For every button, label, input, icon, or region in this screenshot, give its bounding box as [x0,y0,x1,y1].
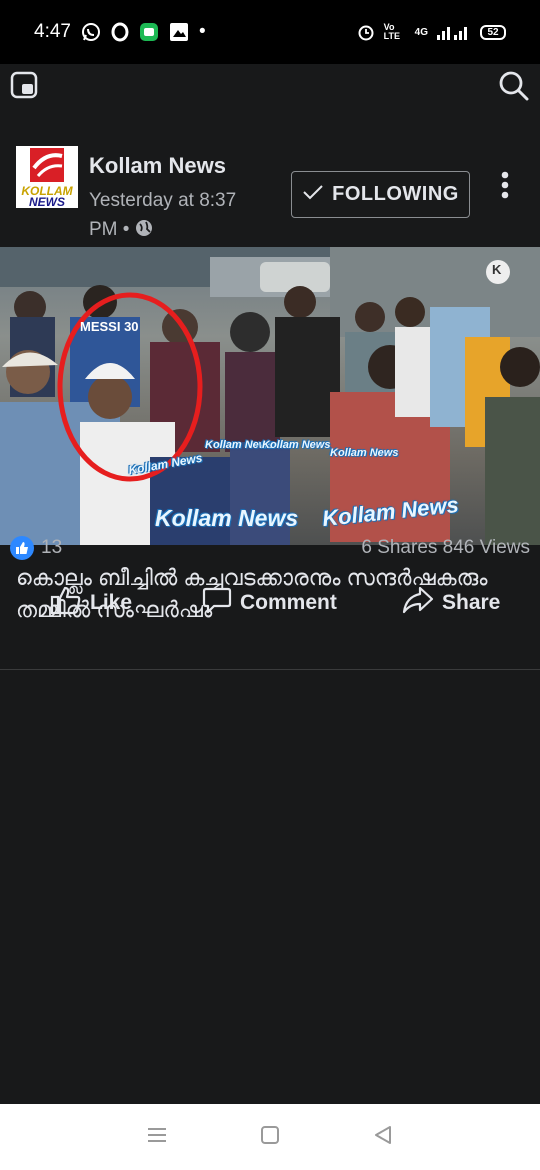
post-video[interactable]: K MESSI 30 Kollam News Kollam News Kolla… [0,247,540,545]
picture-in-picture-icon[interactable] [10,71,38,99]
following-label: FOLLOWING [332,183,459,205]
gallery-icon [169,22,189,42]
watermark-text: Kollam News [155,505,299,531]
status-time: 4:47 [34,21,71,42]
comment-button[interactable]: Comment [202,585,337,621]
whatsapp-icon [81,22,101,42]
globe-icon [135,217,153,246]
messages-icon [139,22,159,42]
comment-icon [202,585,232,621]
battery-indicator: 52 [480,24,506,40]
status-bar: 4:47 • Vo LTE 4G 52 [0,0,540,64]
watermark-text: Kollam News [262,439,331,451]
like-button[interactable]: Like [50,585,132,621]
more-options-icon[interactable] [496,170,514,202]
reactions-count[interactable]: 13 [41,537,62,559]
signal-icon [437,24,471,40]
home-nav-icon[interactable] [260,1125,280,1150]
post-header: KOLLAM NEWS Kollam News Yesterday at 8:3… [0,110,540,247]
like-reaction-icon[interactable] [10,536,34,560]
alarm-icon [357,23,375,41]
post-timestamp: Yesterday at 8:37 PM • [89,190,237,240]
network-label: 4G [414,26,428,38]
system-nav-bar [0,1104,540,1170]
shares-views[interactable]: 6 Shares 846 Views [361,537,530,559]
post-card: KOLLAM NEWS Kollam News Yesterday at 8:3… [0,110,540,622]
page-name[interactable]: Kollam News [89,153,226,179]
watermark-text: Kollam News [330,447,399,459]
back-nav-icon[interactable] [372,1124,394,1151]
like-label: Like [90,591,133,614]
logo-text: KOLLAM NEWS [21,184,73,208]
player-badge: K [492,262,502,277]
share-icon [402,585,434,621]
opera-icon [111,22,129,42]
search-icon[interactable] [498,70,530,102]
thumbs-up-icon [50,585,82,621]
jersey-text: MESSI 30 [80,319,139,334]
share-label: Share [442,591,501,614]
check-icon [302,183,324,207]
volte-label: Vo LTE [383,22,400,41]
menu-nav-icon[interactable] [146,1126,168,1149]
page-avatar[interactable]: KOLLAM NEWS [16,146,78,208]
post-actions: Like Comment Share [0,578,540,628]
top-app-bar [0,64,540,110]
comment-label: Comment [240,591,337,614]
share-button[interactable]: Share [402,585,500,621]
post-stats: 13 6 Shares 846 Views [10,533,530,563]
post-divider [0,669,540,670]
video-frame [0,247,540,545]
following-button[interactable]: FOLLOWING [291,171,470,218]
post-meta: Yesterday at 8:37 PM • [89,186,269,246]
notification-dot: • [198,21,206,42]
